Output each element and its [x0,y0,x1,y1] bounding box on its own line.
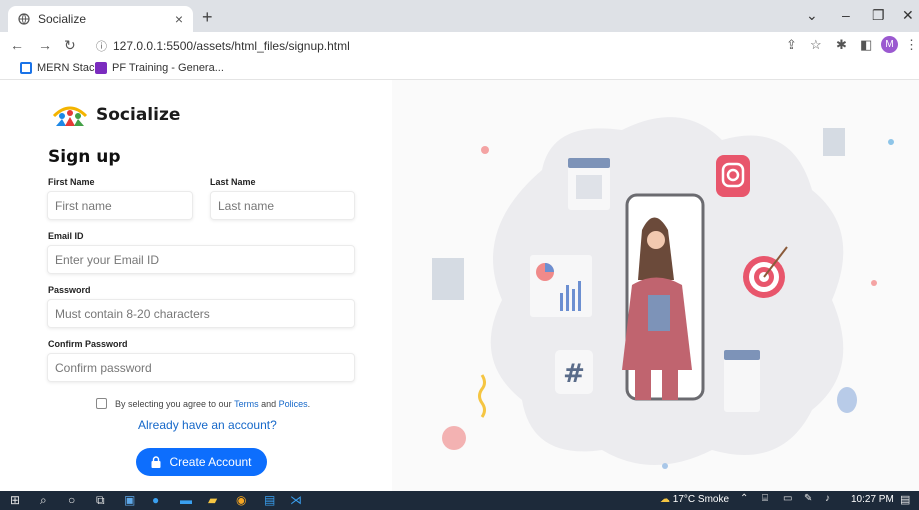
bookmarks-bar: MERN Stack PF Training - Genera... [0,58,919,80]
browser-tab-bar: Socialize × + ⌄ – ❐ ✕ [0,0,919,32]
bookmark-label: PF Training - Genera... [112,62,224,74]
share-icon[interactable]: ⇪ [786,37,797,53]
first-name-input[interactable]: First name [47,191,193,220]
search-icon[interactable]: ⌕ [40,493,47,508]
sidepanel-icon[interactable]: ◧ [860,37,872,53]
lock-icon [151,456,161,468]
cortana-icon[interactable]: ○ [68,493,75,507]
close-window-icon[interactable]: ✕ [902,7,914,24]
logo-text: Socialize [96,105,181,125]
weather-widget[interactable]: ☁ 17°C Smoke [660,494,729,505]
bookmark-icon [95,62,107,74]
bookmark-pf-training[interactable]: PF Training - Genera... [95,62,224,74]
bookmark-star-icon[interactable]: ☆ [810,37,822,53]
reload-icon[interactable]: ↻ [64,37,76,54]
profile-avatar[interactable]: M [881,36,898,53]
globe-icon [18,13,30,25]
weather-icon: ☁ [660,494,670,505]
url-text: 127.0.0.1:5500/assets/html_files/signup.… [113,39,350,53]
page-title: Sign up [48,147,121,167]
new-tab-button[interactable]: + [202,7,213,28]
show-hidden-icons[interactable]: ⌃ [740,493,748,504]
confirm-password-input[interactable]: Confirm password [47,353,355,382]
bookmark-icon [20,62,32,74]
signup-page: Socialize Sign up First Name Last Name F… [0,80,919,491]
menu-icon[interactable]: ⋮ [905,37,918,53]
restore-icon[interactable]: ❐ [872,7,885,24]
password-label: Password [48,285,91,295]
network-icon[interactable]: ⌸ [762,493,768,504]
tab-search-icon[interactable]: ⌄ [806,7,818,24]
illustration-panel: # [392,80,919,491]
close-tab-icon[interactable]: × [175,11,183,27]
confirm-password-label: Confirm Password [48,339,128,349]
url-field[interactable]: ⓘ 127.0.0.1:5500/assets/html_files/signup… [96,38,350,54]
tab-title: Socialize [38,12,87,26]
forward-icon[interactable]: → [38,37,52,53]
social-media-illustration: # [432,117,894,469]
logo: Socialize [50,102,180,128]
password-input[interactable]: Must contain 8-20 characters [47,299,355,328]
create-account-label: Create Account [169,455,252,469]
pen-icon[interactable]: ✎ [804,493,812,504]
battery-icon[interactable]: ▭ [783,493,792,504]
mail-icon[interactable]: ▬ [180,493,192,507]
taskbar: ⊞ ⌕ ○ ⧉ ▣ ● ▬ ▰ ◉ ▤ ⋊ ☁ 17°C Smoke ⌃ ⌸ ▭… [0,491,919,510]
agree-and: and [261,398,277,409]
agree-prefix: By selecting you agree to our [115,398,232,409]
chrome-icon[interactable]: ◉ [236,493,246,507]
windows-start-icon[interactable]: ⊞ [10,493,20,507]
socialize-logo-icon [52,106,88,126]
terms-link[interactable]: Terms [234,399,259,409]
notifications-icon[interactable]: ▤ [900,493,910,506]
back-icon[interactable]: ← [10,37,24,53]
svg-text:#: # [563,359,585,389]
address-bar: ← → ↻ ⓘ 127.0.0.1:5500/assets/html_files/… [0,32,919,58]
policies-link[interactable]: Polices [279,399,308,409]
email-input[interactable]: Enter your Email ID [47,245,355,274]
login-link[interactable]: Already have an account? [138,418,277,432]
volume-icon[interactable]: ♪ [825,493,830,504]
terms-checkbox[interactable] [96,398,107,409]
email-label: Email ID [48,231,84,241]
bookmark-mern-stack[interactable]: MERN Stack [20,62,100,74]
last-name-input[interactable]: Last name [210,191,355,220]
clock[interactable]: 10:27 PM [851,494,894,505]
file-explorer-icon[interactable]: ▰ [208,493,217,507]
create-account-button[interactable]: Create Account [136,448,267,476]
agree-suffix: . [307,398,311,409]
calculator-icon[interactable]: ▣ [124,493,135,507]
info-icon[interactable]: ⓘ [96,41,107,53]
extensions-icon[interactable]: ✱ [836,37,847,53]
vscode-icon[interactable]: ⋊ [290,493,302,507]
edge-icon[interactable]: ● [152,493,159,507]
task-view-icon[interactable]: ⧉ [96,493,105,508]
bookmark-label: MERN Stack [37,62,100,74]
terms-agreement: By selecting you agree to our Terms and … [96,398,310,409]
last-name-label: Last Name [210,177,256,187]
weather-text: 17°C Smoke [672,494,730,505]
browser-tab[interactable]: Socialize × [8,6,193,32]
store-icon[interactable]: ▤ [264,493,275,507]
first-name-label: First Name [48,177,95,187]
minimize-icon[interactable]: – [842,7,850,23]
